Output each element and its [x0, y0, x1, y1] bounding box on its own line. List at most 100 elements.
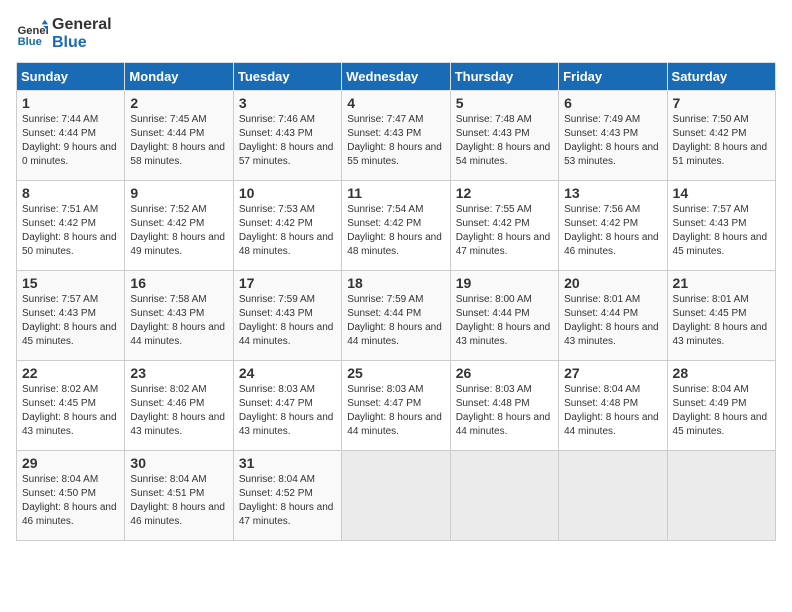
- logo-text-general: General: [52, 16, 112, 34]
- day-info: Sunrise: 7:48 AMSunset: 4:43 PMDaylight:…: [456, 113, 553, 169]
- calendar-cell: [342, 451, 450, 541]
- day-info: Sunrise: 7:54 AMSunset: 4:42 PMDaylight:…: [347, 203, 444, 259]
- day-info: Sunrise: 7:55 AMSunset: 4:42 PMDaylight:…: [456, 203, 553, 259]
- day-number: 3: [239, 95, 336, 111]
- calendar-cell: 1 Sunrise: 7:44 AMSunset: 4:44 PMDaylight…: [17, 91, 125, 181]
- weekday-header-sunday: Sunday: [17, 63, 125, 91]
- page-header: General Blue General Blue: [16, 16, 776, 52]
- calendar-cell: 16 Sunrise: 7:58 AMSunset: 4:43 PMDayligh…: [125, 271, 233, 361]
- day-number: 15: [22, 275, 119, 291]
- weekday-header-tuesday: Tuesday: [233, 63, 341, 91]
- day-info: Sunrise: 7:45 AMSunset: 4:44 PMDaylight:…: [130, 113, 227, 169]
- day-number: 26: [456, 365, 553, 381]
- calendar-week-row: 8Sunrise: 7:51 AMSunset: 4:42 PMDaylight…: [17, 181, 776, 271]
- day-info: Sunrise: 8:04 AMSunset: 4:48 PMDaylight:…: [564, 383, 661, 439]
- calendar-cell: 3Sunrise: 7:46 AMSunset: 4:43 PMDaylight…: [233, 91, 341, 181]
- calendar-cell: 14Sunrise: 7:57 AMSunset: 4:43 PMDayligh…: [667, 181, 775, 271]
- calendar-cell: 18Sunrise: 7:59 AMSunset: 4:44 PMDayligh…: [342, 271, 450, 361]
- calendar-cell: 13 Sunrise: 7:56 AMSunset: 4:42 PMDayligh…: [559, 181, 667, 271]
- calendar-cell: 6 Sunrise: 7:49 AMSunset: 4:43 PMDaylight…: [559, 91, 667, 181]
- day-info: Sunrise: 8:03 AMSunset: 4:48 PMDaylight:…: [456, 383, 553, 439]
- calendar-cell: 27 Sunrise: 8:04 AMSunset: 4:48 PMDayligh…: [559, 361, 667, 451]
- calendar-cell: 5 Sunrise: 7:48 AMSunset: 4:43 PMDaylight…: [450, 91, 558, 181]
- day-info: Sunrise: 8:04 AMSunset: 4:50 PMDaylight:…: [22, 473, 119, 529]
- day-number: 19: [456, 275, 553, 291]
- day-number: 17: [239, 275, 336, 291]
- calendar-cell: 2 Sunrise: 7:45 AMSunset: 4:44 PMDaylight…: [125, 91, 233, 181]
- day-info: Sunrise: 7:58 AMSunset: 4:43 PMDaylight:…: [130, 293, 227, 349]
- calendar-cell: 22Sunrise: 8:02 AMSunset: 4:45 PMDayligh…: [17, 361, 125, 451]
- calendar-cell: 11 Sunrise: 7:54 AMSunset: 4:42 PMDayligh…: [342, 181, 450, 271]
- calendar-cell: 15 Sunrise: 7:57 AMSunset: 4:43 PMDayligh…: [17, 271, 125, 361]
- day-info: Sunrise: 7:56 AMSunset: 4:42 PMDaylight:…: [564, 203, 661, 259]
- weekday-header-thursday: Thursday: [450, 63, 558, 91]
- calendar-cell: 9Sunrise: 7:52 AMSunset: 4:42 PMDaylight…: [125, 181, 233, 271]
- day-number: 29: [22, 455, 119, 471]
- day-info: Sunrise: 8:02 AMSunset: 4:46 PMDaylight:…: [130, 383, 227, 439]
- day-info: Sunrise: 7:51 AMSunset: 4:42 PMDaylight:…: [22, 203, 119, 259]
- calendar-cell: 28Sunrise: 8:04 AMSunset: 4:49 PMDayligh…: [667, 361, 775, 451]
- calendar-table: SundayMondayTuesdayWednesdayThursdayFrid…: [16, 62, 776, 541]
- day-info: Sunrise: 8:01 AMSunset: 4:44 PMDaylight:…: [564, 293, 661, 349]
- day-info: Sunrise: 8:00 AMSunset: 4:44 PMDaylight:…: [456, 293, 553, 349]
- day-number: 1: [22, 95, 119, 111]
- calendar-cell: 25 Sunrise: 8:03 AMSunset: 4:47 PMDayligh…: [342, 361, 450, 451]
- calendar-cell: 4Sunrise: 7:47 AMSunset: 4:43 PMDaylight…: [342, 91, 450, 181]
- day-info: Sunrise: 8:04 AMSunset: 4:52 PMDaylight:…: [239, 473, 336, 529]
- calendar-cell: [450, 451, 558, 541]
- day-info: Sunrise: 7:59 AMSunset: 4:43 PMDaylight:…: [239, 293, 336, 349]
- day-info: Sunrise: 8:03 AMSunset: 4:47 PMDaylight:…: [347, 383, 444, 439]
- day-info: Sunrise: 8:04 AMSunset: 4:49 PMDaylight:…: [673, 383, 770, 439]
- calendar-cell: 26 Sunrise: 8:03 AMSunset: 4:48 PMDayligh…: [450, 361, 558, 451]
- day-number: 27: [564, 365, 661, 381]
- calendar-cell: 19 Sunrise: 8:00 AMSunset: 4:44 PMDayligh…: [450, 271, 558, 361]
- day-number: 16: [130, 275, 227, 291]
- day-number: 23: [130, 365, 227, 381]
- calendar-header-row: SundayMondayTuesdayWednesdayThursdayFrid…: [17, 63, 776, 91]
- day-number: 20: [564, 275, 661, 291]
- day-info: Sunrise: 7:49 AMSunset: 4:43 PMDaylight:…: [564, 113, 661, 169]
- day-number: 11: [347, 185, 444, 201]
- day-info: Sunrise: 7:57 AMSunset: 4:43 PMDaylight:…: [22, 293, 119, 349]
- logo: General Blue General Blue: [16, 16, 112, 52]
- calendar-cell: 24 Sunrise: 8:03 AMSunset: 4:47 PMDayligh…: [233, 361, 341, 451]
- calendar-cell: 20 Sunrise: 8:01 AMSunset: 4:44 PMDayligh…: [559, 271, 667, 361]
- day-info: Sunrise: 8:04 AMSunset: 4:51 PMDaylight:…: [130, 473, 227, 529]
- calendar-cell: 30 Sunrise: 8:04 AMSunset: 4:51 PMDayligh…: [125, 451, 233, 541]
- calendar-week-row: 22Sunrise: 8:02 AMSunset: 4:45 PMDayligh…: [17, 361, 776, 451]
- calendar-cell: 17 Sunrise: 7:59 AMSunset: 4:43 PMDayligh…: [233, 271, 341, 361]
- day-number: 12: [456, 185, 553, 201]
- day-info: Sunrise: 7:44 AMSunset: 4:44 PMDaylight:…: [22, 113, 119, 169]
- calendar-body: 1 Sunrise: 7:44 AMSunset: 4:44 PMDaylight…: [17, 91, 776, 541]
- calendar-cell: 31 Sunrise: 8:04 AMSunset: 4:52 PMDayligh…: [233, 451, 341, 541]
- day-number: 10: [239, 185, 336, 201]
- calendar-cell: [667, 451, 775, 541]
- svg-text:General: General: [18, 25, 48, 37]
- weekday-header-friday: Friday: [559, 63, 667, 91]
- day-number: 9: [130, 185, 227, 201]
- calendar-cell: [559, 451, 667, 541]
- day-number: 22: [22, 365, 119, 381]
- day-info: Sunrise: 8:03 AMSunset: 4:47 PMDaylight:…: [239, 383, 336, 439]
- calendar-week-row: 29 Sunrise: 8:04 AMSunset: 4:50 PMDayligh…: [17, 451, 776, 541]
- calendar-cell: 29 Sunrise: 8:04 AMSunset: 4:50 PMDayligh…: [17, 451, 125, 541]
- day-number: 4: [347, 95, 444, 111]
- weekday-header-wednesday: Wednesday: [342, 63, 450, 91]
- day-number: 31: [239, 455, 336, 471]
- calendar-cell: 12 Sunrise: 7:55 AMSunset: 4:42 PMDayligh…: [450, 181, 558, 271]
- day-number: 24: [239, 365, 336, 381]
- day-number: 25: [347, 365, 444, 381]
- day-number: 5: [456, 95, 553, 111]
- day-number: 2: [130, 95, 227, 111]
- calendar-cell: 7Sunrise: 7:50 AMSunset: 4:42 PMDaylight…: [667, 91, 775, 181]
- day-number: 6: [564, 95, 661, 111]
- day-info: Sunrise: 7:59 AMSunset: 4:44 PMDaylight:…: [347, 293, 444, 349]
- calendar-cell: 21Sunrise: 8:01 AMSunset: 4:45 PMDayligh…: [667, 271, 775, 361]
- day-number: 30: [130, 455, 227, 471]
- svg-text:Blue: Blue: [18, 36, 42, 48]
- calendar-week-row: 15 Sunrise: 7:57 AMSunset: 4:43 PMDayligh…: [17, 271, 776, 361]
- day-number: 14: [673, 185, 770, 201]
- day-number: 13: [564, 185, 661, 201]
- day-info: Sunrise: 8:01 AMSunset: 4:45 PMDaylight:…: [673, 293, 770, 349]
- calendar-cell: 10Sunrise: 7:53 AMSunset: 4:42 PMDayligh…: [233, 181, 341, 271]
